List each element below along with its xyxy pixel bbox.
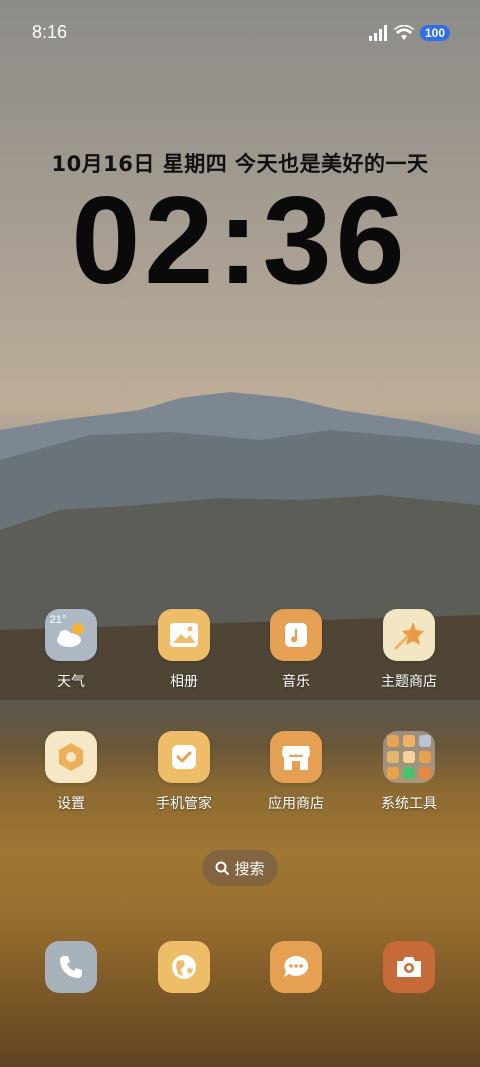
app-app-store[interactable]: 应用商店 bbox=[248, 731, 344, 813]
phone-icon[interactable] bbox=[45, 941, 97, 993]
status-icons: 100 bbox=[368, 22, 450, 44]
app-weather[interactable]: 21° 天气 bbox=[23, 609, 119, 691]
app-phone-manager[interactable]: 手机管家 bbox=[136, 731, 232, 813]
battery-indicator: 100 bbox=[419, 25, 450, 41]
camera-icon[interactable] bbox=[383, 941, 435, 993]
search-icon bbox=[215, 861, 230, 875]
settings-icon bbox=[45, 731, 97, 783]
app-settings[interactable]: 设置 bbox=[23, 731, 119, 813]
status-bar: 8:16 100 bbox=[0, 0, 480, 68]
browser-icon[interactable] bbox=[158, 941, 210, 993]
app-label: 天气 bbox=[57, 674, 85, 690]
clock: 02:36 bbox=[71, 172, 409, 310]
system-tools-folder-icon bbox=[383, 731, 435, 783]
music-icon bbox=[270, 609, 322, 661]
cellular-signal-icon bbox=[368, 25, 387, 41]
messages-icon[interactable] bbox=[270, 941, 322, 993]
app-label: 主题商店 bbox=[381, 674, 437, 690]
app-music[interactable]: 音乐 bbox=[248, 609, 344, 691]
theme-store-icon bbox=[383, 609, 435, 661]
wifi-icon bbox=[393, 25, 414, 40]
app-label: 设置 bbox=[57, 796, 85, 812]
weather-temp: 21° bbox=[49, 614, 67, 626]
app-system-tools[interactable]: 系统工具 bbox=[361, 731, 457, 813]
weather-icon: 21° bbox=[45, 609, 97, 661]
app-store-icon bbox=[270, 731, 322, 783]
app-theme-store[interactable]: 主题商店 bbox=[361, 609, 457, 691]
gallery-icon bbox=[158, 609, 210, 661]
app-label: 手机管家 bbox=[156, 796, 212, 812]
app-gallery[interactable]: 相册 bbox=[136, 609, 232, 691]
app-label: 音乐 bbox=[282, 674, 310, 690]
app-label: 应用商店 bbox=[268, 796, 324, 812]
status-time: 8:16 bbox=[32, 22, 68, 42]
app-label: 相册 bbox=[170, 674, 198, 690]
app-label: 系统工具 bbox=[381, 796, 437, 812]
phone-manager-icon bbox=[158, 731, 210, 783]
home-screen: 8:16 100 10月16日 星期四 今天也是美好的一天 02:36 21° … bbox=[0, 0, 480, 1067]
search-button[interactable]: 搜索 bbox=[202, 850, 278, 886]
search-label: 搜索 bbox=[234, 859, 265, 878]
